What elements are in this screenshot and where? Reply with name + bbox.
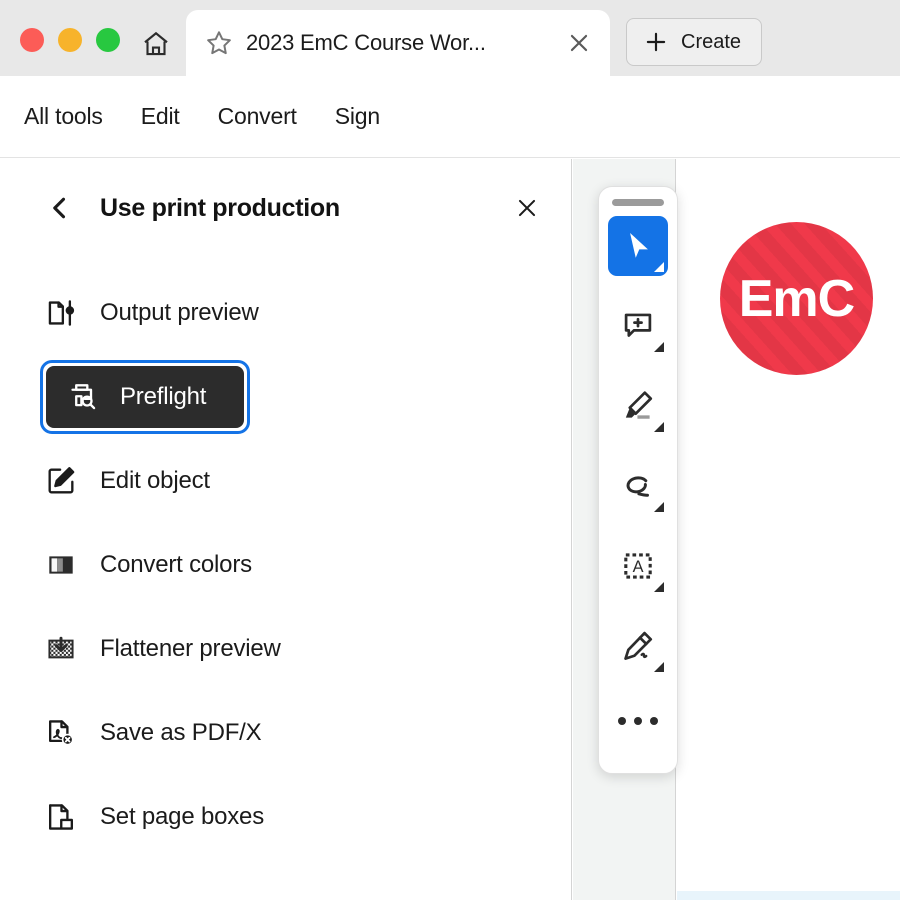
tool-item-save-as-pdfx[interactable]: Save as PDF/X	[0, 691, 571, 775]
pen-nib-sign-icon	[624, 631, 653, 660]
home-button[interactable]	[134, 22, 178, 66]
save-as-pdfx-icon	[44, 716, 78, 750]
flattener-preview-icon	[44, 632, 78, 666]
convert-colors-icon	[44, 548, 78, 582]
tool-item-flattener-preview[interactable]: Flattener preview	[0, 607, 571, 691]
tool-item-output-preview[interactable]: Output preview	[0, 271, 571, 355]
add-text-box-icon: A	[624, 553, 652, 579]
tab-close-button[interactable]	[562, 26, 596, 60]
tool-item-label: Save as PDF/X	[100, 719, 262, 746]
output-preview-icon	[44, 296, 78, 330]
print-production-tool-list: Output preview Preflight Edit object Con…	[0, 257, 571, 859]
close-icon	[570, 34, 588, 52]
print-production-panel: Use print production Output preview Pref…	[0, 159, 572, 900]
menu-item-all-tools[interactable]: All tools	[24, 103, 103, 130]
tool-options-corner[interactable]	[654, 502, 664, 512]
menu-bar: All tools Edit Convert Sign	[0, 76, 900, 158]
tool-item-label: Set page boxes	[100, 803, 264, 830]
document-tab[interactable]: 2023 EmC Course Wor...	[186, 10, 610, 76]
star-icon[interactable]	[204, 28, 234, 58]
panel-title: Use print production	[100, 193, 340, 222]
minimize-window-button[interactable]	[58, 28, 82, 52]
chevron-left-icon	[53, 197, 66, 219]
emc-logo: EmC	[720, 222, 873, 375]
emc-logo-text: EmC	[738, 269, 855, 328]
panel-close-button[interactable]	[509, 190, 545, 226]
tool-options-corner[interactable]	[654, 582, 664, 592]
more-options-button[interactable]	[608, 696, 668, 746]
draw-tool-button[interactable]	[608, 456, 668, 516]
menu-item-convert[interactable]: Convert	[218, 103, 297, 130]
create-button[interactable]: Create	[626, 18, 763, 66]
tool-options-corner[interactable]	[654, 262, 664, 272]
comment-tool-button[interactable]	[608, 296, 668, 356]
plus-icon	[646, 32, 666, 52]
svg-text:A: A	[633, 558, 644, 576]
window-controls	[0, 28, 120, 76]
select-tool-button[interactable]	[608, 216, 668, 276]
tool-item-label: Flattener preview	[100, 635, 281, 662]
document-bottom-strip	[677, 891, 900, 900]
floating-toolbar: A	[598, 186, 678, 774]
set-page-boxes-icon	[44, 800, 78, 834]
preflight-focus-ring: Preflight	[40, 360, 250, 434]
panel-header: Use print production	[0, 159, 571, 257]
tool-item-label: Convert colors	[100, 551, 252, 578]
tool-item-label: Edit object	[100, 467, 210, 494]
cursor-arrow-icon	[630, 232, 648, 258]
menu-item-sign[interactable]: Sign	[335, 103, 380, 130]
tool-options-corner[interactable]	[654, 422, 664, 432]
tab-title: 2023 EmC Course Wor...	[246, 30, 486, 55]
document-view[interactable]: EmC	[677, 159, 900, 900]
edit-object-icon	[44, 464, 78, 498]
title-bar: 2023 EmC Course Wor... Create	[0, 0, 900, 76]
more-options-icon	[618, 717, 626, 725]
maximize-window-button[interactable]	[96, 28, 120, 52]
fill-sign-tool-button[interactable]	[608, 616, 668, 676]
tool-options-corner[interactable]	[654, 342, 664, 352]
tool-item-set-page-boxes[interactable]: Set page boxes	[0, 775, 571, 859]
acrobat-window: 2023 EmC Course Wor... Create All tools …	[0, 0, 900, 900]
tool-item-preflight[interactable]: Preflight	[0, 355, 571, 439]
drag-handle[interactable]	[612, 199, 664, 206]
preflight-icon	[66, 380, 100, 414]
preflight-button[interactable]: Preflight	[46, 366, 244, 428]
tool-item-convert-colors[interactable]: Convert colors	[0, 523, 571, 607]
tool-item-label: Output preview	[100, 299, 259, 326]
create-button-label: Create	[681, 30, 742, 53]
close-icon	[518, 199, 536, 217]
more-options-icon	[634, 717, 642, 725]
menu-item-edit[interactable]: Edit	[141, 103, 180, 130]
tool-item-label: Preflight	[120, 383, 207, 410]
home-icon	[144, 31, 168, 56]
tool-item-edit-object[interactable]: Edit object	[0, 439, 571, 523]
close-window-button[interactable]	[20, 28, 44, 52]
highlight-tool-button[interactable]	[608, 376, 668, 436]
add-text-tool-button[interactable]: A	[608, 536, 668, 596]
add-comment-icon	[624, 313, 652, 337]
highlighter-icon	[625, 391, 653, 419]
panel-back-button[interactable]	[40, 188, 80, 228]
more-options-icon	[650, 717, 658, 725]
tool-options-corner[interactable]	[654, 662, 664, 672]
draw-lasso-icon	[626, 476, 649, 497]
